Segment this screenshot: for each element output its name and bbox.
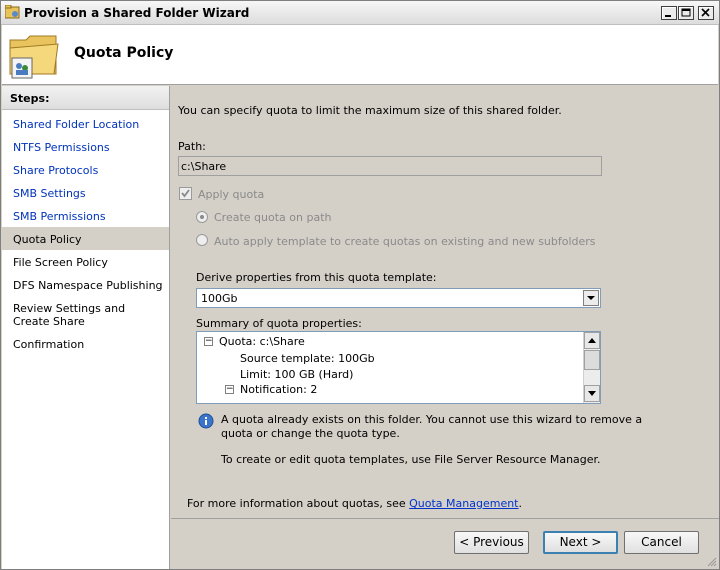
- steps-heading: Steps:: [2, 86, 169, 110]
- step-quota-policy: Quota Policy: [2, 227, 169, 250]
- steps-sidebar: Steps: Shared Folder Location NTFS Permi…: [2, 86, 170, 569]
- step-smb-permissions[interactable]: SMB Permissions: [2, 210, 169, 223]
- step-confirmation: Confirmation: [13, 338, 85, 351]
- radio-create-quota-label: Create quota on path: [214, 211, 332, 224]
- tree-node-notification: Notification: 2: [240, 383, 318, 396]
- step-shared-folder-location[interactable]: Shared Folder Location: [2, 118, 169, 131]
- path-label: Path:: [178, 140, 206, 153]
- scroll-thumb[interactable]: [584, 350, 600, 370]
- info-message-line2: quota or change the quota type.: [221, 427, 400, 440]
- folder-wizard-icon: [5, 5, 20, 19]
- title-bar[interactable]: Provision a Shared Folder Wizard: [1, 1, 719, 25]
- more-info-prefix: For more information about quotas, see: [187, 497, 410, 510]
- tree-node-limit: Limit: 100 GB (Hard): [240, 368, 354, 381]
- info-message-line3: To create or edit quota templates, use F…: [221, 453, 601, 466]
- template-label: Derive properties from this quota templa…: [196, 271, 437, 284]
- more-info-text: For more information about quotas, see Q…: [187, 497, 522, 510]
- main-content: You can specify quota to limit the maxim…: [171, 86, 719, 516]
- apply-quota-label: Apply quota: [198, 188, 265, 201]
- quota-management-link[interactable]: Quota Management: [409, 497, 518, 510]
- intro-text: You can specify quota to limit the maxim…: [178, 104, 562, 117]
- page-header: Quota Policy: [2, 25, 718, 85]
- step-file-screen-policy: File Screen Policy: [13, 256, 108, 269]
- previous-button[interactable]: < Previous: [454, 531, 529, 554]
- tree-node-source-template: Source template: 100Gb: [240, 352, 375, 365]
- quota-template-value: 100Gb: [201, 292, 238, 305]
- quota-summary-tree[interactable]: − Quota: c:\Share Source template: 100Gb…: [196, 331, 601, 404]
- summary-label: Summary of quota properties:: [196, 317, 362, 330]
- radio-create-quota: [196, 211, 208, 223]
- window-title: Provision a Shared Folder Wizard: [24, 6, 250, 20]
- shared-folder-icon: [9, 35, 59, 79]
- radio-auto-apply-label: Auto apply template to create quotas on …: [214, 235, 596, 248]
- tree-scrollbar[interactable]: [583, 332, 600, 403]
- more-info-suffix: .: [518, 497, 523, 510]
- quota-template-dropdown[interactable]: 100Gb: [196, 288, 601, 308]
- step-share-protocols[interactable]: Share Protocols: [2, 164, 169, 177]
- info-message-line1: A quota already exists on this folder. Y…: [221, 413, 643, 426]
- resize-grip-icon[interactable]: [705, 555, 717, 567]
- chevron-down-icon[interactable]: [583, 290, 599, 306]
- apply-quota-checkbox: [179, 187, 192, 200]
- step-smb-settings[interactable]: SMB Settings: [2, 187, 169, 200]
- step-review-settings: Review Settings and Create Share: [13, 302, 126, 328]
- radio-auto-apply: [196, 234, 208, 246]
- minimize-button[interactable]: [661, 6, 677, 20]
- close-button[interactable]: [698, 6, 714, 20]
- next-button[interactable]: Next >: [543, 531, 618, 554]
- scroll-up-icon[interactable]: [584, 332, 600, 349]
- info-icon: [198, 413, 214, 429]
- collapse-icon[interactable]: −: [204, 337, 213, 346]
- step-ntfs-permissions[interactable]: NTFS Permissions: [2, 141, 169, 154]
- page-title: Quota Policy: [74, 45, 174, 61]
- cancel-button[interactable]: Cancel: [624, 531, 699, 554]
- maximize-button[interactable]: [678, 6, 694, 20]
- scroll-down-icon[interactable]: [584, 385, 600, 402]
- step-dfs-namespace-publishing: DFS Namespace Publishing: [13, 279, 163, 292]
- collapse-icon[interactable]: −: [225, 385, 234, 394]
- wizard-window: Provision a Shared Folder Wizard Quota P…: [0, 0, 720, 570]
- path-field: c:\Share: [178, 156, 602, 176]
- wizard-footer: < Previous Next > Cancel: [171, 518, 719, 569]
- tree-node-quota: Quota: c:\Share: [219, 335, 305, 348]
